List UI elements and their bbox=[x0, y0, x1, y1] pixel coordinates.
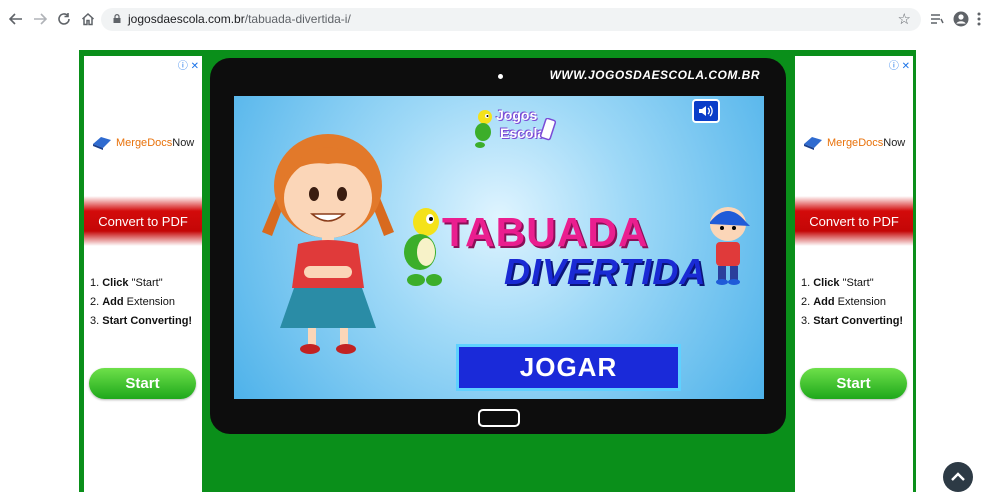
ad-steps: 1. Click "Start" 2. Add Extension 3. Sta… bbox=[90, 274, 192, 331]
tablet-home-button bbox=[478, 409, 520, 427]
tablet-camera bbox=[498, 74, 503, 79]
ad-banner[interactable]: Convert to PDF bbox=[795, 196, 913, 246]
profile-avatar-icon[interactable] bbox=[951, 9, 971, 29]
browser-toolbar: jogosdaescola.com.br/tabuada-divertida-i… bbox=[0, 0, 986, 38]
play-button[interactable]: JOGAR bbox=[456, 344, 681, 391]
game-title-line1: TABUADA bbox=[442, 209, 649, 255]
forward-arrow-icon[interactable] bbox=[30, 9, 50, 29]
ad-brand-icon bbox=[804, 137, 822, 150]
ad-choices-icon[interactable]: ⓘ ✕ bbox=[178, 57, 199, 72]
reading-list-icon[interactable] bbox=[927, 9, 947, 29]
address-bar[interactable]: jogosdaescola.com.br/tabuada-divertida-i… bbox=[101, 8, 921, 31]
ad-start-button[interactable]: Start bbox=[89, 368, 196, 399]
reload-icon[interactable] bbox=[54, 9, 74, 29]
ad-steps: 1. Click "Start" 2. Add Extension 3. Sta… bbox=[801, 274, 903, 331]
ad-step-2: 2. Add Extension bbox=[801, 296, 886, 308]
ad-right[interactable]: ⓘ ✕ MergeDocsNow Convert to PDF 1. Click… bbox=[795, 56, 913, 492]
speaker-icon bbox=[699, 105, 713, 117]
url-text: jogosdaescola.com.br/tabuada-divertida-i… bbox=[128, 12, 351, 26]
ad-step-1: 1. Click "Start" bbox=[801, 277, 874, 289]
ad-banner[interactable]: Convert to PDF bbox=[84, 196, 202, 246]
turtle-mascot-icon bbox=[475, 110, 492, 148]
logo-text-line1: Jogos bbox=[496, 107, 538, 123]
back-arrow-icon[interactable] bbox=[6, 9, 26, 29]
sound-toggle-button[interactable] bbox=[692, 99, 720, 123]
game-tablet-frame: WWW.JOGOSDAESCOLA.COM.BR Jogos Escola TA… bbox=[210, 58, 786, 434]
ad-brand-logo: MergeDocsNow bbox=[803, 136, 905, 150]
ad-brand-icon bbox=[93, 137, 111, 150]
boy-character-illustration bbox=[710, 207, 750, 285]
scroll-to-top-button[interactable] bbox=[943, 462, 973, 492]
ad-step-3: 3. Start Converting! bbox=[90, 315, 193, 327]
ad-choices-icon[interactable]: ⓘ ✕ bbox=[889, 57, 910, 72]
ad-brand-logo: MergeDocsNow bbox=[92, 136, 194, 150]
ad-left[interactable]: ⓘ ✕ MergeDocsNow Convert to PDF 1. Click… bbox=[84, 56, 202, 492]
ad-start-button[interactable]: Start bbox=[800, 368, 907, 399]
game-screen[interactable]: Jogos Escola TABUADA DIVERTIDA JOGAR bbox=[234, 96, 764, 399]
bookmark-star-icon[interactable]: ☆ bbox=[898, 10, 911, 28]
girl-character-illustration bbox=[262, 134, 394, 354]
site-url-label: WWW.JOGOSDAESCOLA.COM.BR bbox=[549, 68, 760, 82]
phone-icon bbox=[540, 118, 556, 141]
game-title-line2: DIVERTIDA bbox=[504, 251, 707, 292]
logo-text-line2: Escola bbox=[500, 125, 546, 141]
menu-dots-icon[interactable] bbox=[974, 9, 984, 29]
game-logo: Jogos Escola bbox=[474, 108, 556, 153]
ad-step-3: 3. Start Converting! bbox=[801, 315, 904, 327]
turtle-character-illustration bbox=[404, 208, 442, 286]
ad-step-2: 2. Add Extension bbox=[90, 296, 175, 308]
lock-icon bbox=[113, 14, 121, 23]
home-icon[interactable] bbox=[78, 9, 98, 29]
ad-step-1: 1. Click "Start" bbox=[90, 277, 163, 289]
chevron-up-icon bbox=[951, 472, 965, 481]
